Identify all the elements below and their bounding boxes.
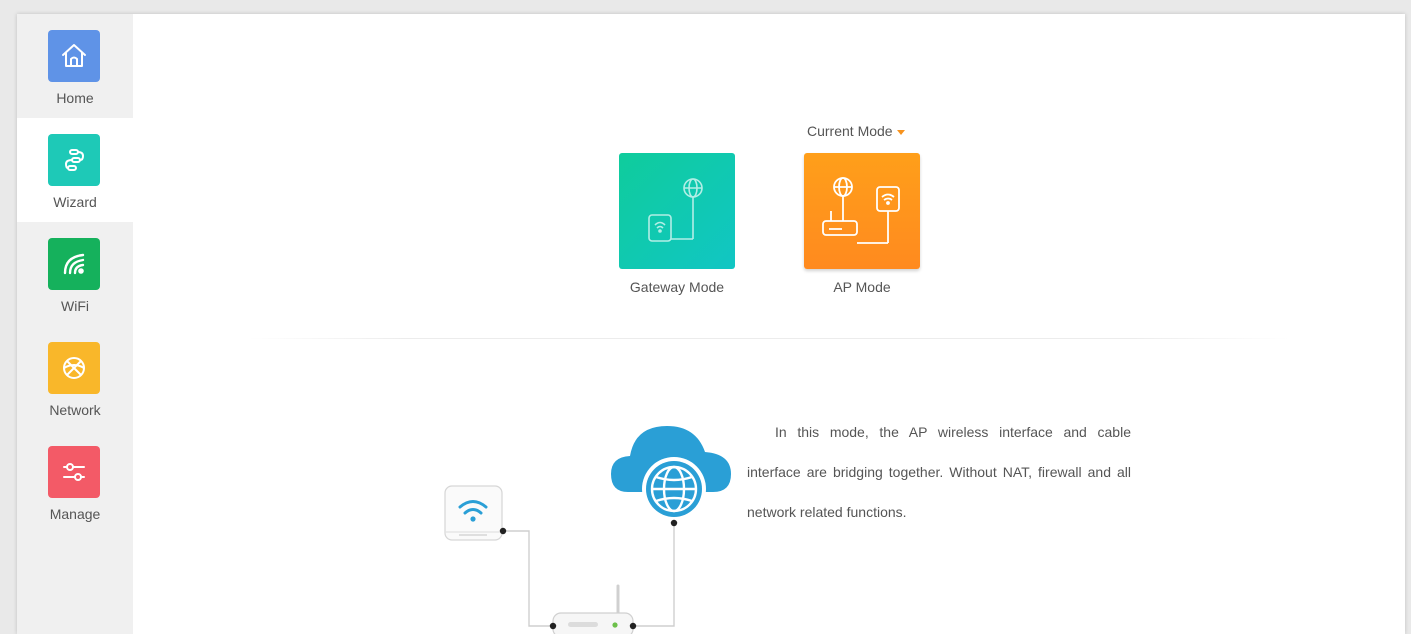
- home-icon: [48, 30, 100, 82]
- current-mode-label: Current Mode: [807, 123, 893, 139]
- sidebar-item-label: Home: [56, 90, 94, 106]
- current-mode-indicator: Current Mode: [807, 123, 905, 139]
- manage-icon: [48, 446, 100, 498]
- sidebar-item-home[interactable]: Home: [17, 14, 133, 118]
- wizard-icon: [48, 134, 100, 186]
- sidebar-item-label: Wizard: [53, 194, 97, 210]
- ap-mode-button[interactable]: [804, 153, 920, 269]
- sidebar-item-wizard[interactable]: Wizard: [17, 118, 133, 222]
- mode-description: In this mode, the AP wireless interface …: [747, 412, 1131, 532]
- mode-description-text: In this mode, the AP wireless interface …: [747, 424, 1131, 520]
- cloud-globe-icon: [611, 426, 731, 527]
- gateway-mode-button[interactable]: [619, 153, 735, 269]
- sidebar-item-label: Manage: [49, 506, 101, 522]
- wifi-icon: [48, 238, 100, 290]
- ap-mode-diagram: [444, 426, 731, 634]
- router-device-icon: [549, 584, 637, 634]
- sidebar-item-network[interactable]: Network: [17, 326, 133, 430]
- sidebar: Home Wizard WiFi Network Manage: [17, 14, 133, 634]
- connection-lines: [502, 523, 675, 627]
- sidebar-item-manage[interactable]: Manage: [17, 430, 133, 534]
- section-divider: [249, 338, 1289, 339]
- ap-mode-icon: [822, 177, 900, 244]
- app-frame: Home Wizard WiFi Network Manage Current …: [17, 14, 1405, 634]
- gateway-mode-label: Gateway Mode: [629, 279, 725, 295]
- ap-mode-label: AP Mode: [833, 279, 891, 295]
- gateway-mode-icon: [648, 178, 703, 242]
- main-content: Current Mode Gateway Mode AP Mode In thi…: [133, 14, 1405, 634]
- sidebar-item-label: WiFi: [61, 298, 89, 314]
- access-point-device-icon: [444, 485, 507, 541]
- sidebar-item-wifi[interactable]: WiFi: [17, 222, 133, 326]
- caret-down-icon: [896, 129, 905, 135]
- sidebar-item-label: Network: [49, 402, 101, 418]
- network-icon: [48, 342, 100, 394]
